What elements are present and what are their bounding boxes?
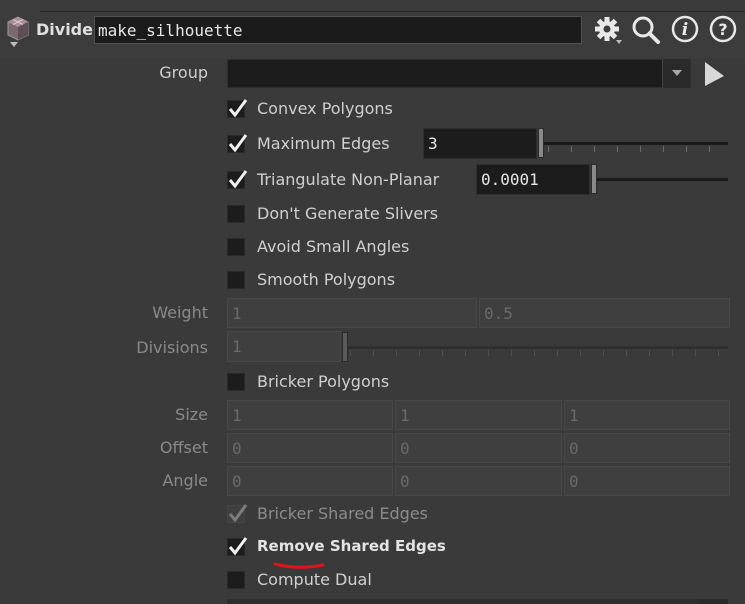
divisions-slider[interactable] <box>345 346 728 349</box>
compute-dual-label: Compute Dual <box>257 570 372 589</box>
offset-field-z[interactable]: 0 <box>564 433 730 463</box>
next-row-field-partial <box>227 599 699 604</box>
bricker-polygons-label: Bricker Polygons <box>257 372 390 391</box>
gear-icon[interactable] <box>591 14 623 46</box>
maximum-edges-checkbox[interactable] <box>227 134 248 153</box>
search-icon[interactable] <box>630 14 662 46</box>
divisions-field[interactable]: 1 <box>227 331 341 362</box>
size-field-y[interactable]: 1 <box>395 400 562 430</box>
compute-dual-checkbox[interactable] <box>227 571 245 589</box>
triangulate-tolerance-field[interactable]: 0.0001 <box>476 164 590 195</box>
divisions-slider-handle[interactable] <box>342 332 348 362</box>
angle-field-x[interactable]: 0 <box>227 466 393 496</box>
maximum-edges-slider[interactable] <box>541 142 728 145</box>
info-icon[interactable]: i <box>670 14 702 46</box>
weight-field-2[interactable]: 0.5 <box>479 298 730 328</box>
weight-field-1[interactable]: 1 <box>227 298 477 328</box>
convex-polygons-label: Convex Polygons <box>257 99 393 118</box>
divisions-label: Divisions <box>136 338 208 357</box>
offset-field-y[interactable]: 0 <box>395 433 562 463</box>
bricker-shared-edges-label: Bricker Shared Edges <box>257 504 429 523</box>
header-top-strip <box>40 0 745 12</box>
angle-label: Angle <box>162 471 208 490</box>
node-type-icon[interactable] <box>4 15 32 47</box>
smooth-polygons-label: Smooth Polygons <box>257 270 396 289</box>
maximum-edges-slider-handle[interactable] <box>538 128 544 158</box>
offset-label: Offset <box>159 438 208 457</box>
angle-field-y[interactable]: 0 <box>395 466 562 496</box>
divisions-slider-ticks <box>350 350 728 356</box>
maximum-edges-label: Maximum Edges <box>257 134 390 153</box>
avoid-small-angles-checkbox[interactable] <box>227 238 245 256</box>
size-field-x[interactable]: 1 <box>227 400 393 430</box>
triangulate-slider-handle[interactable] <box>591 164 597 194</box>
help-icon[interactable]: ? <box>708 14 740 46</box>
weight-label: Weight <box>152 303 208 322</box>
smooth-polygons-checkbox[interactable] <box>227 271 245 289</box>
maximum-edges-slider-ticks <box>548 146 728 152</box>
triangulate-label: Triangulate Non-Planar <box>257 170 440 189</box>
node-type-label: Divide <box>36 20 93 39</box>
dont-generate-slivers-label: Don't Generate Slivers <box>257 204 439 223</box>
triangulate-checkbox[interactable] <box>227 170 248 189</box>
remove-shared-edges-label: Remove Shared Edges <box>257 537 446 555</box>
svg-text:i: i <box>682 20 688 40</box>
angle-field-z[interactable]: 0 <box>564 466 730 496</box>
next-row-button-partial <box>699 599 728 604</box>
bricker-shared-edges-checkbox[interactable] <box>227 504 248 523</box>
convex-polygons-checkbox[interactable] <box>227 99 248 118</box>
avoid-small-angles-label: Avoid Small Angles <box>257 237 410 256</box>
maximum-edges-field[interactable]: 3 <box>423 128 537 159</box>
select-arrow-icon[interactable] <box>702 60 728 88</box>
svg-text:?: ? <box>718 20 727 39</box>
size-label: Size <box>175 405 208 424</box>
offset-field-x[interactable]: 0 <box>227 433 393 463</box>
node-name-field[interactable]: make_silhouette <box>94 16 582 44</box>
size-field-z[interactable]: 1 <box>564 400 730 430</box>
dont-generate-slivers-checkbox[interactable] <box>227 205 245 223</box>
group-label: Group <box>159 63 208 82</box>
bricker-polygons-checkbox[interactable] <box>227 373 245 391</box>
triangulate-slider[interactable] <box>594 178 728 181</box>
remove-shared-edges-checkbox[interactable] <box>227 537 248 556</box>
red-underline-annotation <box>272 557 328 571</box>
group-dropdown-button[interactable] <box>662 59 690 88</box>
group-field[interactable] <box>227 59 691 88</box>
